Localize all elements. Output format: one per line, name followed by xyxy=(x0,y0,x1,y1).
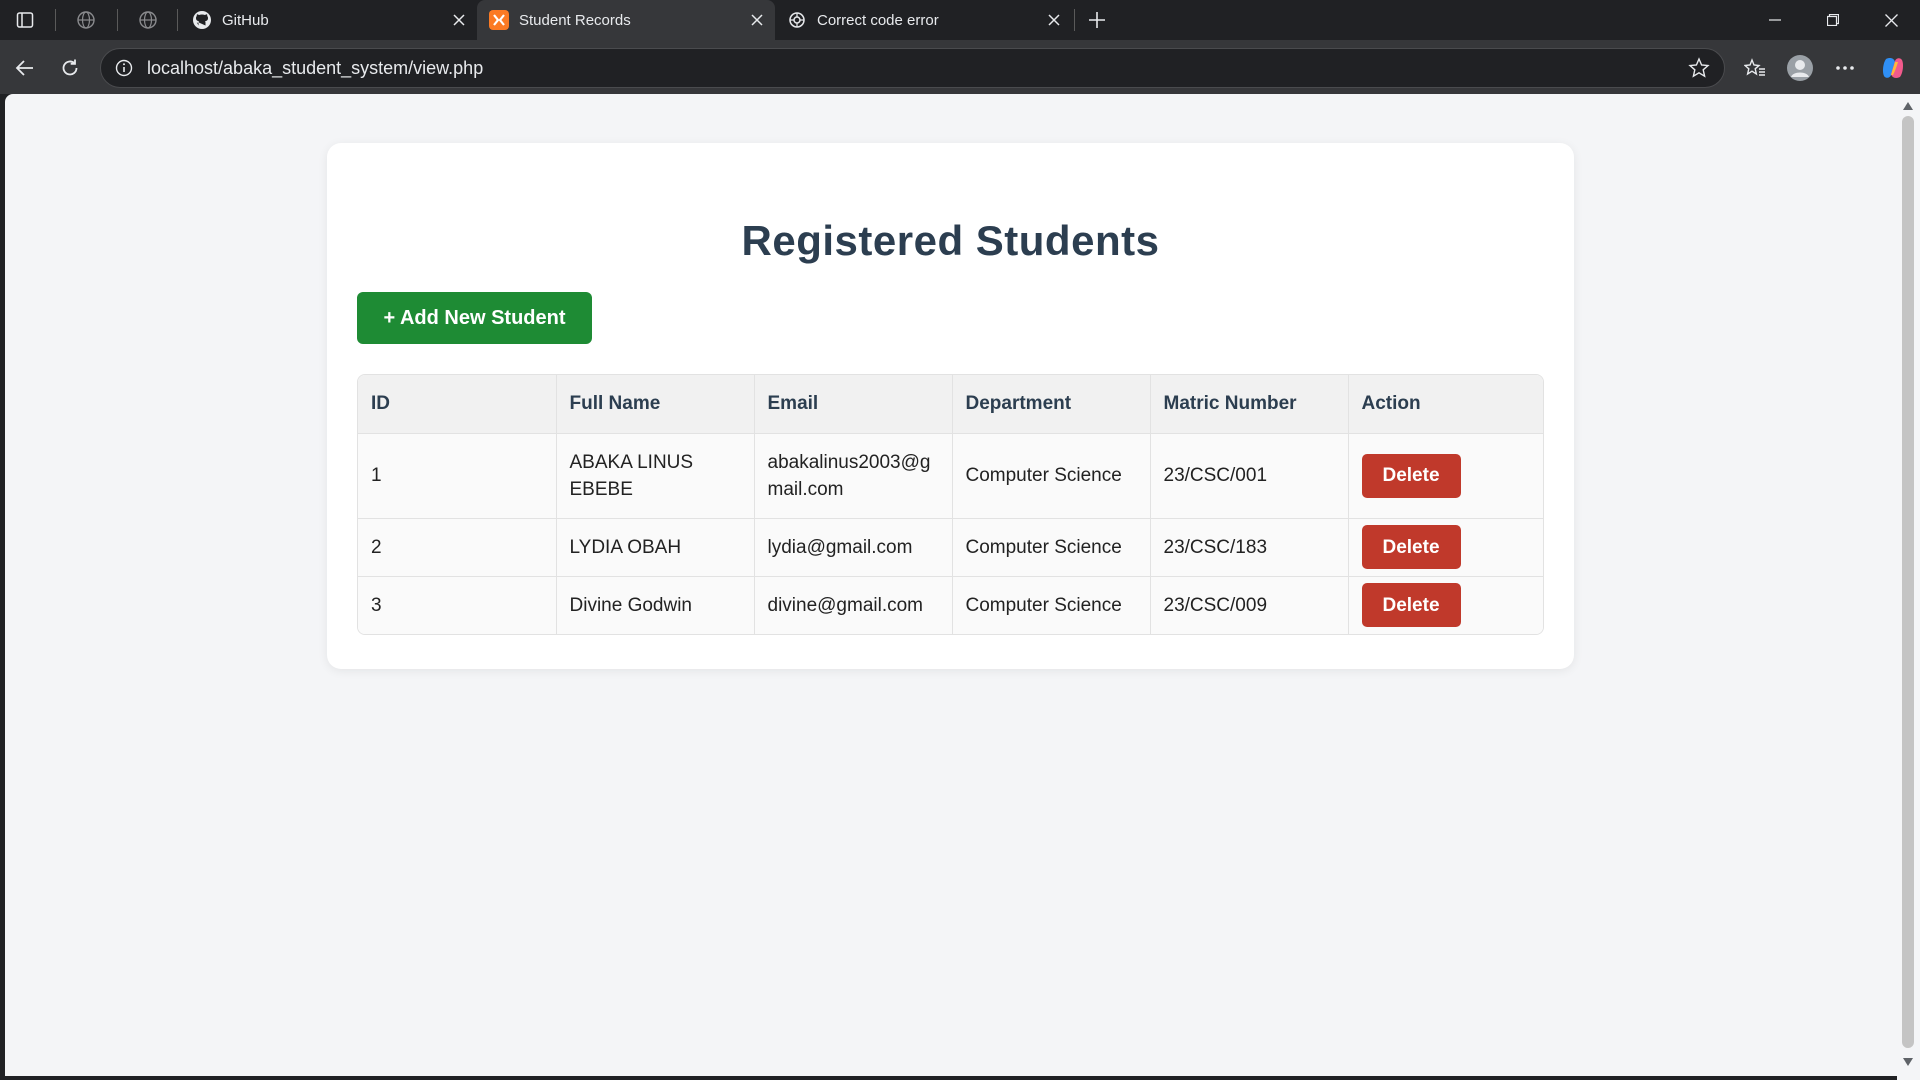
pinned-tab-globe-icon[interactable] xyxy=(131,8,165,32)
pinned-tab-globe-icon[interactable] xyxy=(69,8,103,32)
column-header-matric-number: Matric Number xyxy=(1150,375,1349,434)
table-row: 1 ABAKA LINUS EBEBE abakalinus2003@gmail… xyxy=(358,433,1543,519)
tab-student-records[interactable]: Student Records xyxy=(477,0,775,40)
scroll-down-arrow-icon[interactable] xyxy=(1902,1056,1914,1068)
student-id: 3 xyxy=(358,576,557,634)
address-bar[interactable]: localhost/abaka_student_system/view.php xyxy=(100,48,1725,88)
student-matric: 23/CSC/001 xyxy=(1150,433,1349,519)
scroll-up-arrow-icon[interactable] xyxy=(1902,100,1914,112)
more-options-icon[interactable] xyxy=(1828,51,1862,85)
student-department: Computer Science xyxy=(952,433,1151,519)
student-department: Computer Science xyxy=(952,518,1151,577)
students-card: Registered Students + Add New Student ID… xyxy=(327,143,1574,669)
column-header-department: Department xyxy=(952,375,1151,434)
minimize-icon[interactable] xyxy=(1746,0,1804,40)
student-matric: 23/CSC/183 xyxy=(1150,518,1349,577)
tab-github[interactable]: GitHub xyxy=(180,0,477,40)
tab-separator xyxy=(117,9,118,31)
close-icon[interactable] xyxy=(1042,8,1066,32)
column-header-id: ID xyxy=(358,375,557,434)
action-cell: Delete xyxy=(1348,576,1543,634)
profile-avatar-icon[interactable] xyxy=(1783,51,1817,85)
student-name: LYDIA OBAH xyxy=(556,518,755,577)
tab-title: Correct code error xyxy=(817,11,939,29)
delete-button[interactable]: Delete xyxy=(1361,583,1461,628)
tab-title: Student Records xyxy=(519,11,631,29)
student-email: abakalinus2003@gmail.com xyxy=(754,433,953,519)
add-new-student-button[interactable]: + Add New Student xyxy=(357,292,592,344)
scrollbar-thumb[interactable] xyxy=(1902,116,1914,1048)
delete-button[interactable]: Delete xyxy=(1361,525,1461,569)
close-window-icon[interactable] xyxy=(1862,0,1920,40)
student-email: lydia@gmail.com xyxy=(754,518,953,577)
favorites-icon[interactable] xyxy=(1738,51,1772,85)
sidebar-toggle-icon[interactable] xyxy=(8,8,42,32)
tab-separator xyxy=(55,9,56,31)
close-icon[interactable] xyxy=(745,8,769,32)
url-text[interactable]: localhost/abaka_student_system/view.php xyxy=(147,58,1684,79)
restore-icon[interactable] xyxy=(1804,0,1862,40)
student-matric: 23/CSC/009 xyxy=(1150,576,1349,634)
students-table: ID Full Name Email Department Matric Num… xyxy=(357,374,1544,635)
table-row: 2 LYDIA OBAH lydia@gmail.com Computer Sc… xyxy=(358,518,1543,577)
column-header-action: Action xyxy=(1348,375,1543,434)
column-header-full-name: Full Name xyxy=(556,375,755,434)
student-email: divine@gmail.com xyxy=(754,576,953,634)
copilot-icon[interactable] xyxy=(1876,51,1910,85)
reload-icon[interactable] xyxy=(53,51,87,85)
page-title: Registered Students xyxy=(741,217,1160,264)
tab-separator xyxy=(177,9,178,31)
close-icon[interactable] xyxy=(447,8,471,32)
github-icon xyxy=(192,10,212,30)
tab-correct-code-error[interactable]: Correct code error xyxy=(775,0,1072,40)
tab-strip: GitHub Student Records Correct code erro… xyxy=(0,0,1920,40)
delete-button[interactable]: Delete xyxy=(1361,453,1461,498)
tab-title: GitHub xyxy=(222,11,269,29)
table-row: 3 Divine Godwin divine@gmail.com Compute… xyxy=(358,576,1543,634)
student-name: Divine Godwin xyxy=(556,576,755,634)
tab-separator xyxy=(1074,9,1075,31)
page-viewport: Registered Students + Add New Student ID… xyxy=(5,94,1897,1076)
column-header-email: Email xyxy=(754,375,953,434)
student-id: 1 xyxy=(358,433,557,519)
xampp-icon xyxy=(489,10,509,30)
student-name: ABAKA LINUS EBEBE xyxy=(556,433,755,519)
action-cell: Delete xyxy=(1348,433,1543,519)
student-department: Computer Science xyxy=(952,576,1151,634)
site-info-icon[interactable] xyxy=(113,57,135,79)
vertical-scrollbar[interactable] xyxy=(1897,94,1920,1080)
action-cell: Delete xyxy=(1348,518,1543,577)
new-tab-icon[interactable] xyxy=(1080,8,1114,32)
back-arrow-icon[interactable] xyxy=(8,51,42,85)
student-id: 2 xyxy=(358,518,557,577)
chatgpt-icon xyxy=(787,10,807,30)
table-header-row: ID Full Name Email Department Matric Num… xyxy=(358,375,1543,434)
star-icon[interactable] xyxy=(1684,53,1714,83)
